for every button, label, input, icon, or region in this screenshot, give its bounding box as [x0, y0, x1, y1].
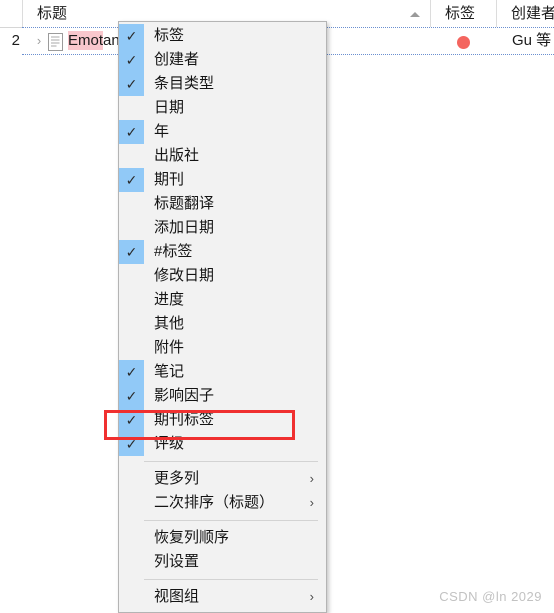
checkbox-unchecked [119, 467, 144, 491]
check-icon: ✓ [125, 412, 138, 428]
submenu-chevron-right-icon: › [309, 495, 314, 510]
checkbox-unchecked [119, 526, 144, 550]
checkbox-unchecked [119, 312, 144, 336]
menu-item-7[interactable]: 标题翻译 [119, 192, 326, 216]
menu-item-10[interactable]: 修改日期 [119, 264, 326, 288]
menu-item-18[interactable]: 更多列 › [119, 467, 326, 491]
menu-item-4[interactable]: ✓ 年 [119, 120, 326, 144]
checkbox-unchecked [119, 144, 144, 168]
menu-item-label: 视图组 [154, 588, 200, 605]
checkbox-unchecked [119, 192, 144, 216]
menu-item-label: 年 [154, 123, 170, 140]
row-index: 2 [11, 32, 20, 49]
watermark: CSDN @ln 2029 [439, 589, 542, 604]
checkbox-unchecked [119, 288, 144, 312]
menu-item-label: 更多列 [154, 470, 200, 487]
check-icon: ✓ [125, 436, 138, 452]
menu-item-label: 标题翻译 [154, 195, 215, 212]
menu-item-label: 期刊 [154, 171, 185, 188]
menu-item-6[interactable]: ✓ 期刊 [119, 168, 326, 192]
menu-item-label: 笔记 [154, 363, 185, 380]
menu-item-label: 二次排序（标题） [154, 494, 275, 511]
sort-ascending-icon [410, 12, 420, 17]
menu-item-label: 期刊标签 [154, 411, 215, 428]
menu-item-8[interactable]: 添加日期 [119, 216, 326, 240]
menu-item-3[interactable]: 日期 [119, 96, 326, 120]
menu-item-22[interactable]: 视图组 › [119, 585, 326, 609]
menu-item-label: 影响因子 [154, 387, 215, 404]
check-icon: ✓ [125, 52, 138, 68]
checkbox-unchecked [119, 491, 144, 515]
checkbox-unchecked [119, 96, 144, 120]
submenu-chevron-right-icon: › [309, 471, 314, 486]
check-icon: ✓ [125, 388, 138, 404]
menu-item-20[interactable]: 恢复列顺序 [119, 526, 326, 550]
menu-item-label: 条目类型 [154, 75, 215, 92]
column-header-title-label: 标题 [37, 5, 68, 22]
menu-item-21[interactable]: 列设置 [119, 550, 326, 574]
check-icon: ✓ [125, 364, 138, 380]
menu-separator [144, 520, 318, 521]
menu-item-label: 日期 [154, 99, 185, 116]
checkbox-unchecked [119, 216, 144, 240]
menu-item-19[interactable]: 二次排序（标题） › [119, 491, 326, 515]
menu-item-label: 其他 [154, 315, 185, 332]
menu-separator [144, 579, 318, 580]
menu-item-11[interactable]: 进度 [119, 288, 326, 312]
menu-item-1[interactable]: ✓ 创建者 [119, 48, 326, 72]
menu-item-label: 修改日期 [154, 267, 215, 284]
menu-separator [144, 461, 318, 462]
menu-item-2[interactable]: ✓ 条目类型 [119, 72, 326, 96]
expand-row-chevron-icon[interactable]: › [32, 33, 46, 49]
menu-item-label: 附件 [154, 339, 185, 356]
menu-item-13[interactable]: 附件 [119, 336, 326, 360]
column-header-creator[interactable]: 创建者 [496, 0, 554, 27]
document-icon [48, 33, 63, 51]
column-header-tags[interactable]: 标签 [430, 0, 496, 27]
check-icon: ✓ [125, 124, 138, 140]
menu-item-17[interactable]: ✓ 评级 [119, 432, 326, 456]
menu-item-9[interactable]: ✓ #标签 [119, 240, 326, 264]
submenu-chevron-right-icon: › [309, 589, 314, 604]
menu-item-label: 出版社 [154, 147, 200, 164]
menu-item-14[interactable]: ✓ 笔记 [119, 360, 326, 384]
menu-item-label: 评级 [154, 435, 185, 452]
tag-color-dot [457, 36, 470, 49]
menu-item-label: 恢复列顺序 [154, 529, 230, 546]
menu-item-16[interactable]: ✓ 期刊标签 [119, 408, 326, 432]
menu-item-12[interactable]: 其他 [119, 312, 326, 336]
menu-item-label: 添加日期 [154, 219, 215, 236]
column-picker-context-menu[interactable]: ✓ 标签 ✓ 创建者 ✓ 条目类型 日期 ✓ 年出版社 ✓ 期刊 标题翻译 添加日期 ✓ #标签 修改日期 进度… [118, 21, 327, 613]
check-icon: ✓ [125, 172, 138, 188]
column-header-tags-label: 标签 [445, 5, 476, 22]
checkbox-unchecked [119, 336, 144, 360]
column-header-creator-label: 创建者 [511, 5, 554, 22]
menu-item-label: 列设置 [154, 553, 200, 570]
check-icon: ✓ [125, 28, 138, 44]
row-creator-cell: Gu 等 [512, 32, 552, 49]
menu-item-label: 创建者 [154, 51, 200, 68]
row-title-match: Emot [68, 31, 104, 50]
check-icon: ✓ [125, 244, 138, 260]
menu-item-label: 标签 [154, 27, 185, 44]
check-icon: ✓ [125, 76, 138, 92]
checkbox-unchecked [119, 585, 144, 609]
checkbox-unchecked [119, 264, 144, 288]
menu-item-label: #标签 [154, 243, 193, 260]
menu-item-5[interactable]: 出版社 [119, 144, 326, 168]
menu-item-0[interactable]: ✓ 标签 [119, 24, 326, 48]
menu-item-label: 进度 [154, 291, 185, 308]
menu-item-15[interactable]: ✓ 影响因子 [119, 384, 326, 408]
checkbox-unchecked [119, 550, 144, 574]
